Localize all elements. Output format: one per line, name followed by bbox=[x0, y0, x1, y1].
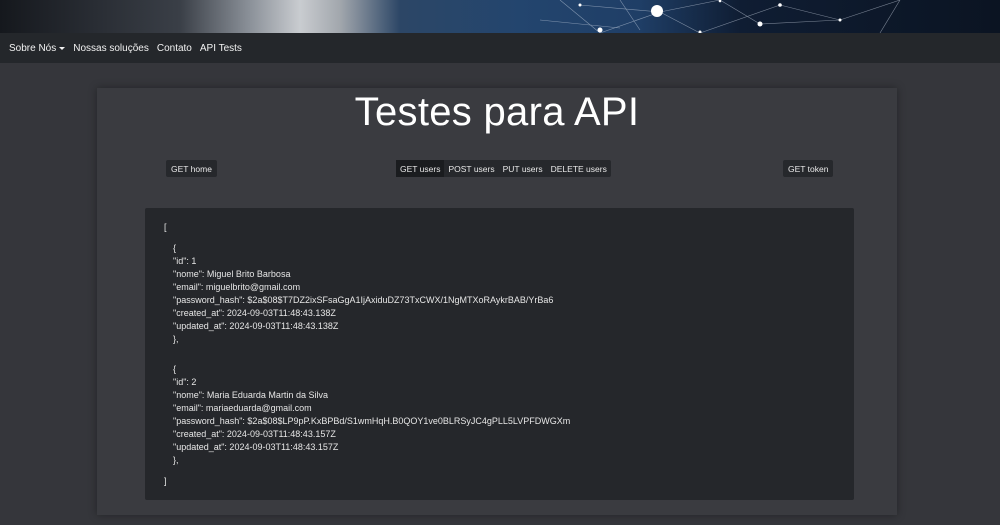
get-users-button[interactable]: GET users bbox=[396, 160, 445, 177]
object-open-brace: { bbox=[173, 364, 177, 374]
header-banner-image bbox=[0, 0, 1000, 33]
user-password-hash: "password_hash": $2a$08$LP9pP.KxBPBd/S1w… bbox=[173, 416, 571, 426]
object-close-brace: }, bbox=[173, 455, 179, 465]
post-users-button[interactable]: POST users bbox=[444, 160, 498, 177]
open-bracket: [ bbox=[164, 222, 167, 232]
user-updated-at: "updated_at": 2024-09-03T11:48:43.157Z bbox=[173, 442, 339, 452]
user-created-at: "created_at": 2024-09-03T11:48:43.138Z bbox=[173, 308, 336, 318]
user-id: "id": 2 bbox=[173, 377, 197, 387]
user-password-hash: "password_hash": $2a$08$T7DZ2ixSFsaGgA1I… bbox=[173, 295, 554, 305]
user-updated-at: "updated_at": 2024-09-03T11:48:43.138Z bbox=[173, 321, 339, 331]
nav-item-label: API Tests bbox=[199, 42, 242, 54]
top-navbar: Sobre Nós Nossas soluções Contato API Te… bbox=[0, 33, 1000, 63]
get-token-button[interactable]: GET token bbox=[783, 160, 834, 177]
close-bracket: ] bbox=[164, 476, 167, 486]
put-users-button[interactable]: PUT users bbox=[499, 160, 547, 177]
users-button-group: GET users POST users PUT users DELETE us… bbox=[396, 160, 611, 177]
nav-nossas-solucoes[interactable]: Nossas soluções bbox=[73, 43, 149, 54]
user-id: "id": 1 bbox=[173, 256, 197, 266]
api-test-panel: Testes para API GET home GET users POST … bbox=[97, 88, 897, 515]
nav-item-label: Nossas soluções bbox=[73, 42, 149, 54]
nav-contato[interactable]: Contato bbox=[157, 43, 192, 54]
object-open-brace: { bbox=[173, 243, 177, 253]
nav-sobre-nos-dropdown[interactable]: Sobre Nós bbox=[9, 42, 66, 54]
user-email: "email": miguelbrito@gmail.com bbox=[173, 282, 301, 292]
nav-item-label: Contato bbox=[156, 42, 192, 54]
page-title: Testes para API bbox=[354, 90, 640, 134]
nav-api-tests[interactable]: API Tests bbox=[200, 43, 242, 54]
json-response-output: [ { "id": 1 "nome": Miguel Brito Barbosa… bbox=[145, 208, 854, 500]
get-home-button[interactable]: GET home bbox=[166, 160, 217, 177]
user-email: "email": mariaeduarda@gmail.com bbox=[173, 403, 312, 413]
user-nome: "nome": Miguel Brito Barbosa bbox=[173, 269, 291, 279]
object-close-brace: }, bbox=[173, 334, 179, 344]
user-created-at: "created_at": 2024-09-03T11:48:43.157Z bbox=[173, 429, 336, 439]
user-nome: "nome": Maria Eduarda Martin da Silva bbox=[173, 390, 328, 400]
nav-item-label: Sobre Nós bbox=[9, 42, 57, 54]
delete-users-button[interactable]: DELETE users bbox=[547, 160, 611, 177]
caret-down-icon bbox=[59, 46, 66, 50]
network-graphic-icon bbox=[539, 0, 901, 33]
